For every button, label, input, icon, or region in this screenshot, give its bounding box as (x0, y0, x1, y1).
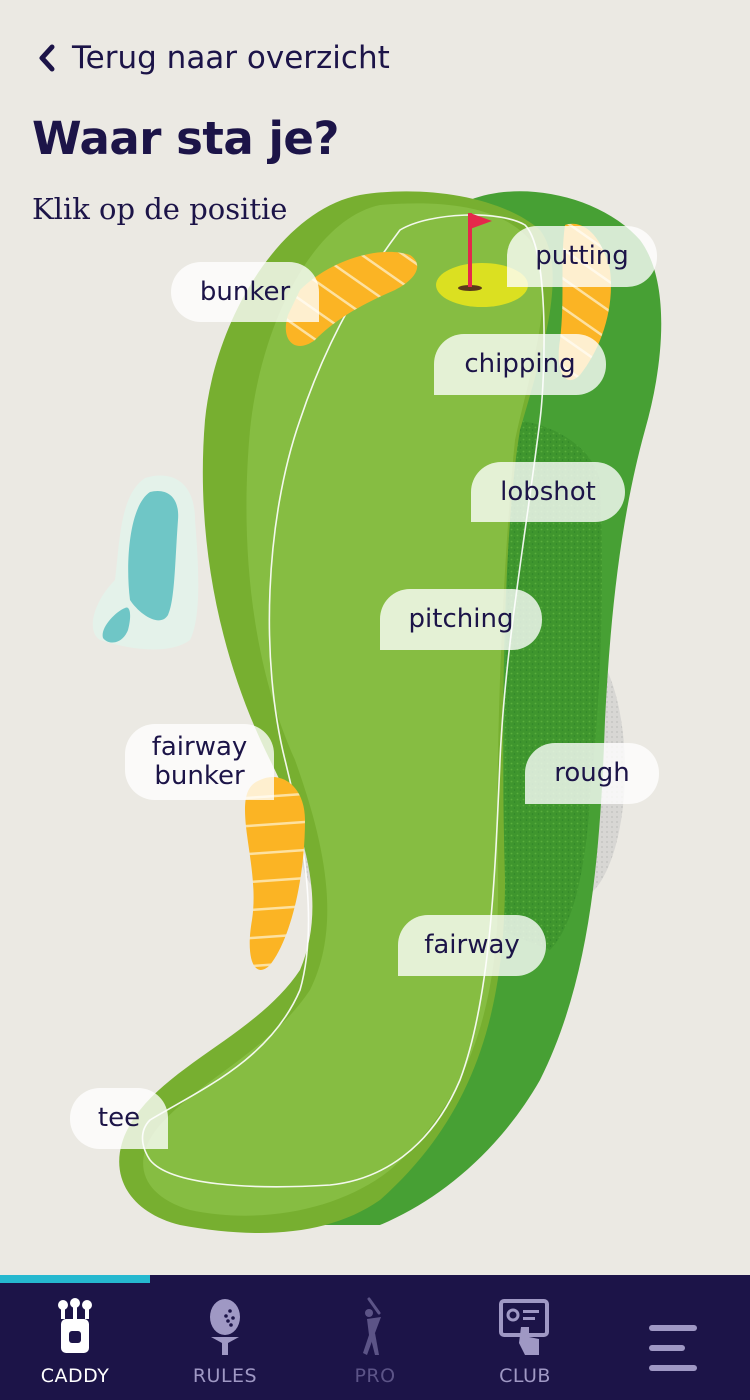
position-label: fairway bunker (151, 732, 248, 791)
position-label: fairway (424, 930, 520, 960)
active-tab-indicator (0, 1275, 150, 1283)
back-link[interactable]: Terug naar overzicht (36, 40, 390, 76)
position-chipping-button[interactable]: chipping (434, 334, 606, 395)
chevron-left-icon (39, 44, 55, 72)
nav-label: PRO (354, 1365, 396, 1387)
nav-tab-pro[interactable]: PRO (300, 1297, 450, 1397)
page-subtitle: Klik op de positie (32, 192, 288, 226)
position-label: rough (554, 758, 630, 788)
back-link-label: Terug naar overzicht (72, 40, 390, 76)
nav-tab-club[interactable]: CLUB (450, 1297, 600, 1397)
nav-menu-button[interactable] (600, 1297, 750, 1397)
nav-tab-rules[interactable]: RULES (150, 1297, 300, 1397)
position-label: tee (97, 1103, 141, 1133)
position-bunker-button[interactable]: bunker (171, 262, 319, 322)
position-tee-button[interactable]: tee (70, 1088, 168, 1149)
position-lobshot-button[interactable]: lobshot (471, 462, 625, 522)
position-label: putting (535, 241, 629, 271)
position-label: bunker (199, 276, 291, 307)
position-fairway-bunker-button[interactable]: fairway bunker (125, 724, 274, 800)
position-putting-button[interactable]: putting (507, 226, 657, 287)
position-label: chipping (464, 349, 576, 379)
page-title: Waar sta je? (32, 112, 340, 165)
position-fairway-button[interactable]: fairway (398, 915, 546, 976)
golf-bag-icon (58, 1298, 92, 1353)
fairway-bunker-area (245, 776, 305, 970)
nav-tab-caddy[interactable]: CADDY (0, 1297, 150, 1397)
menu-icon (649, 1325, 697, 1371)
position-pitching-button[interactable]: pitching (380, 589, 542, 650)
nav-label: RULES (192, 1365, 258, 1387)
position-rough-button[interactable]: rough (525, 743, 659, 804)
golf-ball-tee-icon (210, 1299, 240, 1355)
club-card-icon (499, 1299, 549, 1355)
nav-label: CADDY (40, 1365, 110, 1387)
golfer-swing-icon (363, 1297, 381, 1355)
position-label: lobshot (500, 476, 596, 507)
nav-label: CLUB (499, 1365, 551, 1387)
bottom-nav: CADDY RULES PRO CLUB (0, 1275, 750, 1400)
position-label: pitching (408, 604, 514, 634)
